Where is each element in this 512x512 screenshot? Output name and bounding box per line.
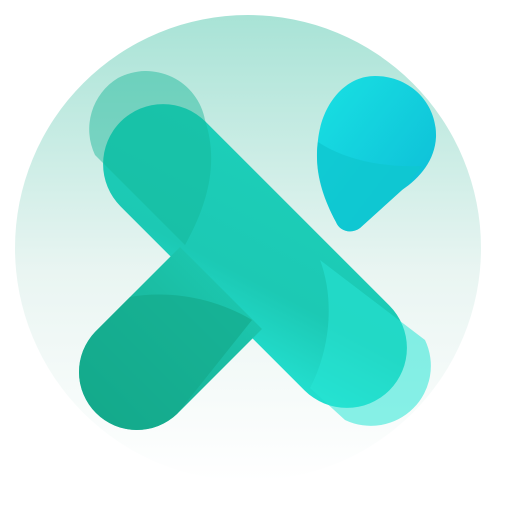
x-logo-icon	[0, 0, 512, 512]
logo-svg	[15, 15, 481, 481]
